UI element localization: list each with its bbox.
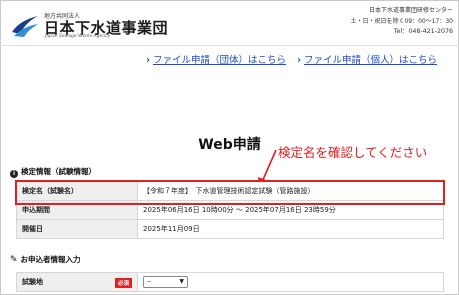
exam-info-heading-label: 検定情報（試験情報） xyxy=(21,167,96,176)
exam-location-label: 試験地 xyxy=(22,277,43,286)
exam-location-select-value: -- xyxy=(147,278,152,285)
chevron-right-icon: › xyxy=(297,55,301,66)
exam-location-key: 試験地 必須 xyxy=(16,272,138,292)
file-application-links: › ファイル申請（団体）はこちら › ファイル申請（個人）はこちら xyxy=(138,52,437,66)
exam-location-select[interactable]: -- ▼ xyxy=(143,276,188,288)
chevron-right-icon: › xyxy=(146,55,151,66)
annotation-text: 検定名を確認してください xyxy=(278,145,428,160)
file-apply-individual-label: ファイル申請（個人）はこちら xyxy=(303,55,437,66)
chevron-down-icon: ▼ xyxy=(179,278,184,285)
exam-date-value: 2025年11月09日 xyxy=(137,219,444,239)
info-icon: i xyxy=(10,170,18,178)
file-apply-individual-link[interactable]: › ファイル申請（個人）はこちら xyxy=(297,55,437,66)
contact-info: 日本下水道事業団研修センター 土・日・祝日を除く09：00～17：30 Tel：… xyxy=(350,6,453,38)
file-apply-group-label: ファイル申請（団体）はこちら xyxy=(153,55,287,66)
table-row: 開催日 2025年11月09日 xyxy=(16,219,444,239)
applicant-info-heading: ✎ お申込者情報入力 xyxy=(10,254,81,265)
org-name-en: Japan Sewage Works Agency xyxy=(45,34,111,39)
header-divider xyxy=(0,45,459,46)
applicant-info-heading-label: お申込者情報入力 xyxy=(20,255,81,264)
exam-info-heading: i 検定情報（試験情報） xyxy=(10,166,96,178)
applicant-info-table: 試験地 必須 -- ▼ xyxy=(16,272,444,292)
site-logo[interactable]: 地方共同法人 日本下水道事業団 Japan Sewage Works Agenc… xyxy=(10,12,180,40)
business-hours: 土・日・祝日を除く09：00～17：30 xyxy=(350,17,453,25)
center-name: 日本下水道事業団研修センター xyxy=(368,7,453,14)
jswa-logo-icon xyxy=(12,16,38,37)
required-badge: 必須 xyxy=(114,277,132,288)
edit-icon: ✎ xyxy=(10,255,18,265)
site-header: 地方共同法人 日本下水道事業団 Japan Sewage Works Agenc… xyxy=(0,0,459,44)
exam-date-key: 開催日 xyxy=(16,219,138,239)
phone-number: Tel：048-421-2076 xyxy=(393,28,453,35)
exam-location-value: -- ▼ xyxy=(137,272,444,292)
file-apply-group-link[interactable]: › ファイル申請（団体）はこちら xyxy=(146,55,286,66)
table-row: 試験地 必須 -- ▼ xyxy=(16,272,444,292)
exam-name-highlight-box xyxy=(15,180,445,205)
